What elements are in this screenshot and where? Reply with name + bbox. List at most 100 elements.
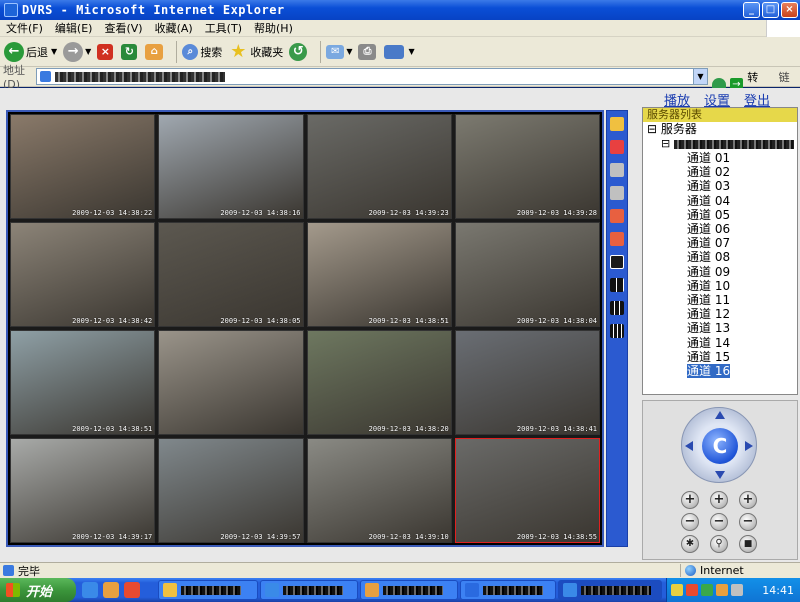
channel-item[interactable]: 通道 11 — [643, 293, 797, 307]
video-cell[interactable]: 2009-12-03 14:38:51 — [10, 330, 156, 435]
taskbar-item-3[interactable] — [360, 580, 458, 600]
alert-icon[interactable] — [686, 584, 698, 596]
menu-file[interactable]: 文件(F) — [0, 20, 49, 36]
task-title-redacted — [483, 585, 543, 595]
refresh-icon: ↻ — [121, 43, 138, 60]
taskbar-item-2[interactable] — [260, 580, 358, 600]
channel-item[interactable]: 通道 03 — [643, 179, 797, 193]
sixteen-view-icon[interactable] — [610, 324, 624, 338]
video-cell[interactable] — [158, 330, 304, 435]
channel-item[interactable]: 通道 16 — [643, 364, 797, 379]
channel-label: 通道 03 — [687, 179, 731, 194]
video-cell[interactable]: 2009-12-03 14:38:20 — [306, 330, 452, 435]
video-cell[interactable]: 2009-12-03 14:38:55 — [454, 438, 600, 543]
edit-button[interactable]: ▼ — [384, 44, 415, 59]
ie-quicklaunch-icon[interactable] — [82, 582, 98, 598]
audio-icon[interactable] — [610, 186, 624, 200]
channel-item[interactable]: 通道 13 — [643, 321, 797, 335]
taskbar-item-4[interactable] — [460, 580, 556, 600]
tray-app-icon[interactable] — [731, 584, 743, 596]
maximize-button[interactable]: □ — [762, 2, 779, 18]
video-cell[interactable]: 2009-12-03 14:38:05 — [158, 222, 304, 327]
video-cell[interactable]: 2009-12-03 14:39:17 — [10, 438, 156, 543]
video-cell[interactable]: 2009-12-03 14:39:10 — [306, 438, 452, 543]
app-icon — [365, 583, 379, 597]
menu-help[interactable]: 帮助(H) — [248, 20, 299, 36]
video-cell[interactable]: 2009-12-03 14:39:23 — [306, 114, 452, 219]
taskbar-item-1[interactable] — [158, 580, 258, 600]
video-cell[interactable]: 2009-12-03 14:38:16 — [158, 114, 304, 219]
ptz-left-arrow-icon[interactable] — [685, 441, 693, 451]
focus-in-button[interactable]: + — [710, 491, 728, 509]
volume-icon[interactable] — [716, 584, 728, 596]
video-cell[interactable]: 2009-12-03 14:38:04 — [454, 222, 600, 327]
network-icon[interactable] — [671, 584, 683, 596]
channel-item[interactable]: 通道 12 — [643, 307, 797, 321]
address-input[interactable]: ▼ — [36, 68, 708, 85]
preset-icon[interactable]: ✱ — [681, 535, 699, 553]
search-button[interactable]: ⌕ 搜索 — [182, 43, 222, 60]
zoom-in-button[interactable]: + — [681, 491, 699, 509]
channel-item[interactable]: 通道 14 — [643, 336, 797, 350]
menu-tools[interactable]: 工具(T) — [199, 20, 248, 36]
channel-item[interactable]: 通道 15 — [643, 350, 797, 364]
alarm-icon[interactable] — [610, 232, 624, 246]
favorites-button[interactable]: ★ 收藏夹 — [228, 41, 283, 62]
video-cell[interactable]: 2009-12-03 14:38:22 — [10, 114, 156, 219]
channel-item[interactable]: 通道 05 — [643, 208, 797, 222]
stop-ptz-icon[interactable]: ■ — [739, 535, 757, 553]
focus-out-button[interactable]: − — [710, 513, 728, 531]
folder-quicklaunch-icon[interactable] — [103, 582, 119, 598]
nine-view-icon[interactable] — [610, 301, 624, 315]
channel-item[interactable]: 通道 02 — [643, 165, 797, 179]
menu-view[interactable]: 查看(V) — [98, 20, 148, 36]
channel-item[interactable]: 通道 04 — [643, 194, 797, 208]
forward-button[interactable]: → ▼ — [63, 41, 91, 62]
taskbar-item-5[interactable] — [558, 580, 662, 600]
iris-close-button[interactable]: − — [739, 513, 757, 531]
address-dropdown-icon[interactable]: ▼ — [693, 69, 707, 84]
video-cell[interactable]: 2009-12-03 14:39:28 — [454, 114, 600, 219]
ptz-down-arrow-icon[interactable] — [715, 471, 725, 479]
snapshot-icon[interactable] — [610, 117, 624, 131]
iris-open-button[interactable]: + — [739, 491, 757, 509]
channel-item[interactable]: 通道 10 — [643, 279, 797, 293]
zoom-out-button[interactable]: − — [681, 513, 699, 531]
home-button[interactable]: ⌂ — [145, 43, 165, 60]
channel-item[interactable]: 通道 09 — [643, 265, 797, 279]
refresh-button[interactable]: ↻ — [121, 43, 139, 60]
record-icon[interactable] — [610, 140, 624, 154]
video-cell[interactable]: 2009-12-03 14:38:41 — [454, 330, 600, 435]
video-cell[interactable]: 2009-12-03 14:38:51 — [306, 222, 452, 327]
ptz-direction-pad[interactable]: C — [681, 407, 757, 483]
close-button[interactable]: × — [781, 2, 798, 18]
channel-item[interactable]: 通道 06 — [643, 222, 797, 236]
start-button[interactable]: 开始 — [0, 578, 76, 602]
globe-icon — [685, 565, 696, 576]
magnifier-icon[interactable]: ⚲ — [710, 535, 728, 553]
video-cell[interactable]: 2009-12-03 14:39:57 — [158, 438, 304, 543]
channel-item[interactable]: 通道 07 — [643, 236, 797, 250]
ptz-right-arrow-icon[interactable] — [745, 441, 753, 451]
quad-view-icon[interactable] — [610, 278, 624, 292]
app-quicklaunch-icon[interactable] — [124, 582, 140, 598]
single-view-icon[interactable] — [610, 255, 624, 269]
menu-edit[interactable]: 编辑(E) — [49, 20, 99, 36]
menu-favorites[interactable]: 收藏(A) — [149, 20, 199, 36]
ptz-auto-button[interactable]: C — [702, 428, 738, 464]
channel-item[interactable]: 通道 01 — [643, 151, 797, 165]
video-cell[interactable]: 2009-12-03 14:38:42 — [10, 222, 156, 327]
talk-icon[interactable] — [610, 209, 624, 223]
tree-server-node[interactable]: ⊟ — [643, 137, 797, 151]
camera-icon[interactable] — [610, 163, 624, 177]
media-button[interactable]: ↺ — [289, 42, 309, 61]
back-button[interactable]: ← 后退 ▼ — [4, 41, 57, 62]
ptz-up-arrow-icon[interactable] — [715, 411, 725, 419]
mail-button[interactable]: ✉ ▼ — [326, 44, 352, 59]
tree-root[interactable]: ⊟ 服务器 — [643, 122, 797, 137]
minimize-button[interactable]: _ — [743, 2, 760, 18]
stop-button[interactable]: × — [97, 43, 115, 60]
shield-tray-icon[interactable] — [701, 584, 713, 596]
channel-item[interactable]: 通道 08 — [643, 250, 797, 264]
print-button[interactable]: ⎙ — [358, 43, 378, 60]
